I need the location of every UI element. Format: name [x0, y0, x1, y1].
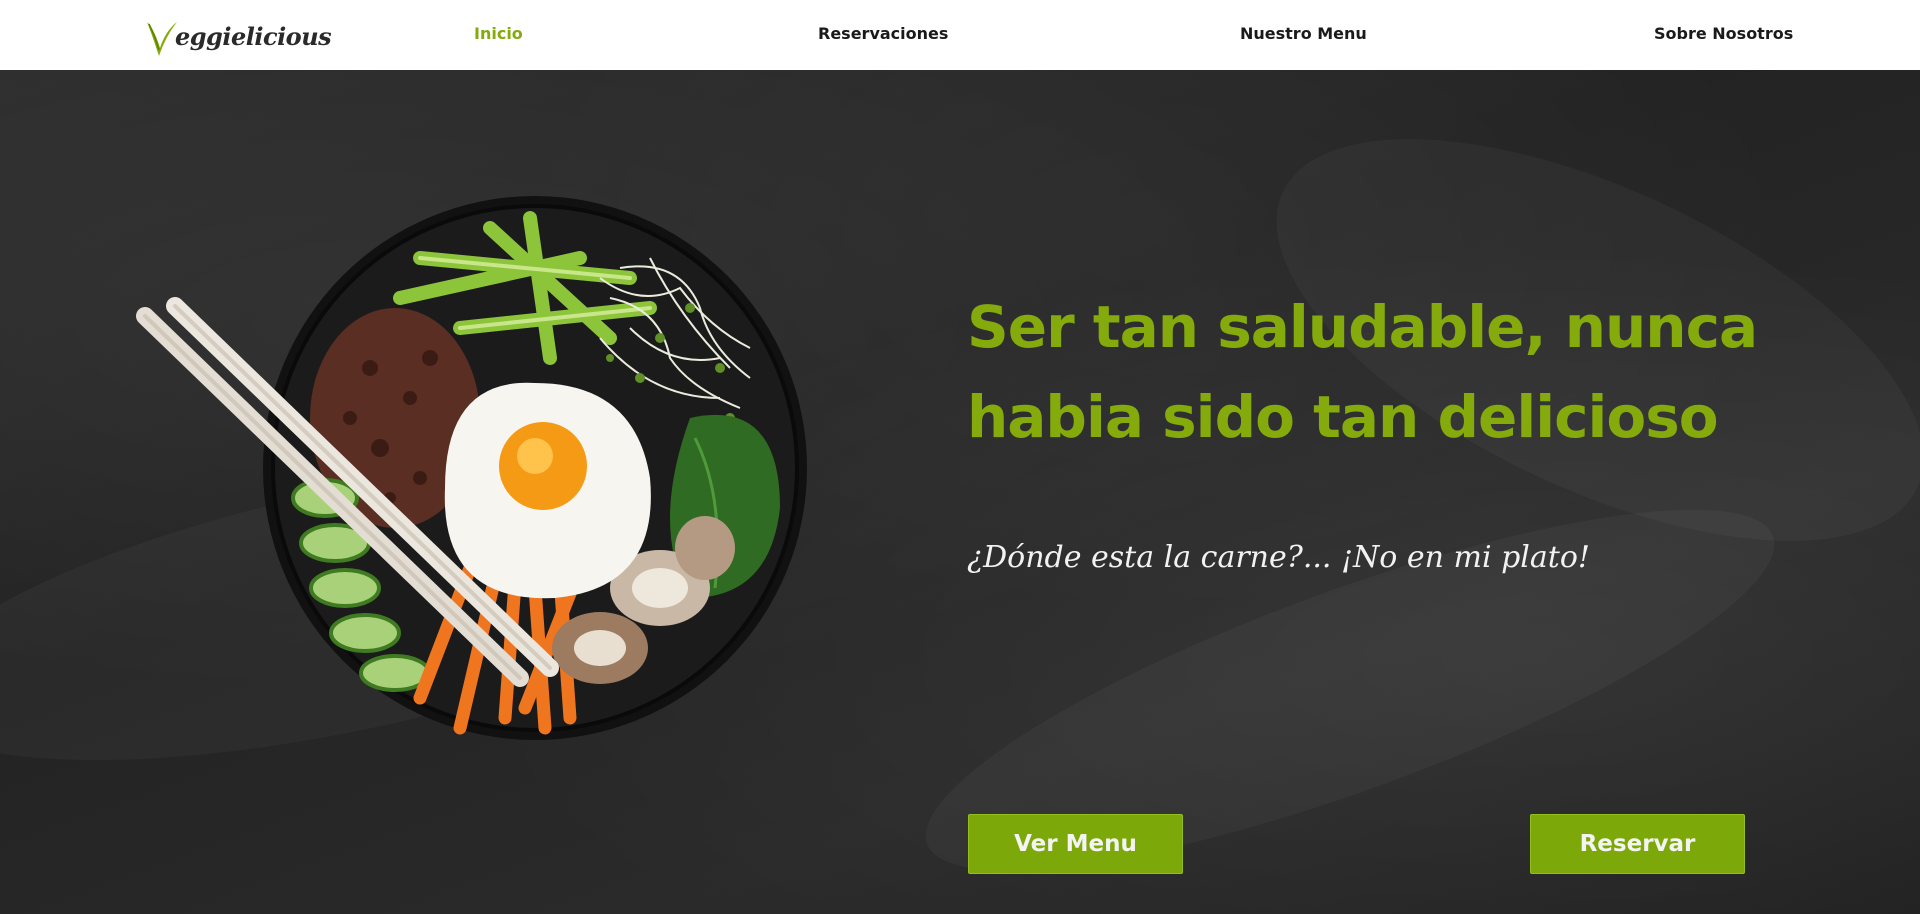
- hero-headline: Ser tan saludable, nunca habia sido tan …: [967, 282, 1847, 462]
- nav-item-reservaciones[interactable]: Reservaciones: [818, 24, 948, 43]
- hero-section: Ser tan saludable, nunca habia sido tan …: [0, 70, 1920, 914]
- headline-line-2: habia sido tan delicioso: [967, 383, 1719, 451]
- reservar-button[interactable]: Reservar: [1530, 814, 1745, 874]
- headline-line-1: Ser tan saludable, nunca: [967, 293, 1758, 361]
- leaf-v-icon: [147, 22, 177, 56]
- hero-tagline: ¿Dónde esta la carne?... ¡No en mi plato…: [967, 540, 1590, 575]
- bibimbap-bowl-image: [136, 196, 807, 740]
- nav-item-nuestro-menu[interactable]: Nuestro Menu: [1240, 24, 1367, 43]
- ver-menu-button[interactable]: Ver Menu: [968, 814, 1183, 874]
- brand-logo[interactable]: eggielicious: [145, 16, 332, 60]
- top-navbar: eggielicious Inicio Reservaciones Nuestr…: [0, 0, 1920, 70]
- brand-name: eggielicious: [175, 22, 332, 51]
- nav-item-sobre-nosotros[interactable]: Sobre Nosotros: [1654, 24, 1793, 43]
- nav-item-inicio[interactable]: Inicio: [474, 24, 523, 43]
